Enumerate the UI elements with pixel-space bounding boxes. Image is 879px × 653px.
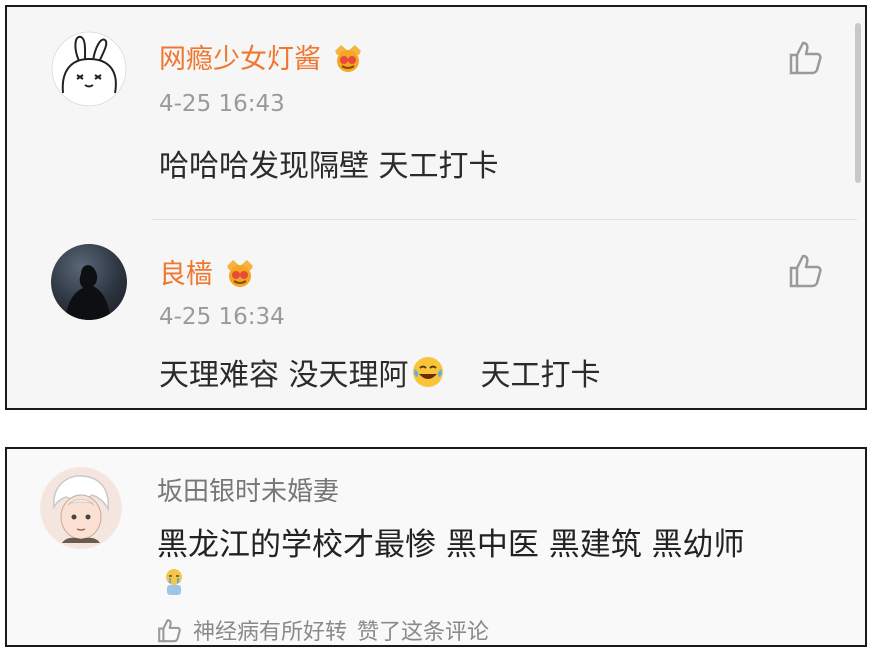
thumbs-up-icon[interactable] (785, 37, 825, 77)
comment-item: 网瘾少女灯酱 4-25 16:43 哈哈哈发现隔壁 天工打卡 (7, 7, 865, 217)
comment-detail-panel: 坂田银时未婚妻 黑龙江的学校才最惨 黑中医 黑建筑 黑幼师 神经病有所好转 赞了… (5, 447, 867, 647)
comment-text: 黑龙江的学校才最惨 黑中医 黑建筑 黑幼师 (157, 527, 745, 563)
comment-text: 哈哈哈发现隔壁 天工打卡 (159, 149, 499, 184)
comment-timestamp: 4-25 16:43 (159, 91, 285, 117)
liked-action-text: 赞了这条评论 (357, 620, 490, 645)
thumbs-up-icon[interactable] (155, 616, 183, 644)
vip-crown-badge-icon (227, 259, 253, 287)
comment-item: 良樯 4-25 16:34 天理难容 没天理阿 天工打卡 (7, 220, 865, 410)
anime-boy-avatar-icon (41, 468, 121, 548)
liked-by-row: 神经病有所好转 赞了这条评论 (155, 614, 489, 646)
thumbs-up-icon[interactable] (785, 250, 825, 290)
comment-username[interactable]: 网瘾少女灯酱 (159, 37, 365, 76)
liked-by-user[interactable]: 神经病有所好转 (193, 614, 347, 646)
avatar[interactable] (40, 467, 122, 549)
vip-crown-badge-icon (335, 44, 361, 72)
avatar[interactable] (51, 31, 127, 107)
laughing-tears-emoji-icon (412, 357, 443, 387)
comment-username[interactable]: 坂田银时未婚妻 (157, 471, 339, 508)
bunny-avatar-icon (51, 31, 127, 107)
comment-username[interactable]: 良樯 (159, 252, 257, 291)
comment-list-panel: 网瘾少女灯酱 4-25 16:43 哈哈哈发现隔壁 天工打卡 良樯 4-25 1… (5, 5, 867, 410)
comment-text: 天理难容 没天理阿 天工打卡 (159, 350, 601, 394)
crying-figure-emoji-icon (166, 569, 182, 595)
comment-timestamp: 4-25 16:34 (159, 304, 285, 330)
avatar[interactable] (51, 244, 127, 320)
silhouette-avatar-icon (65, 265, 111, 320)
